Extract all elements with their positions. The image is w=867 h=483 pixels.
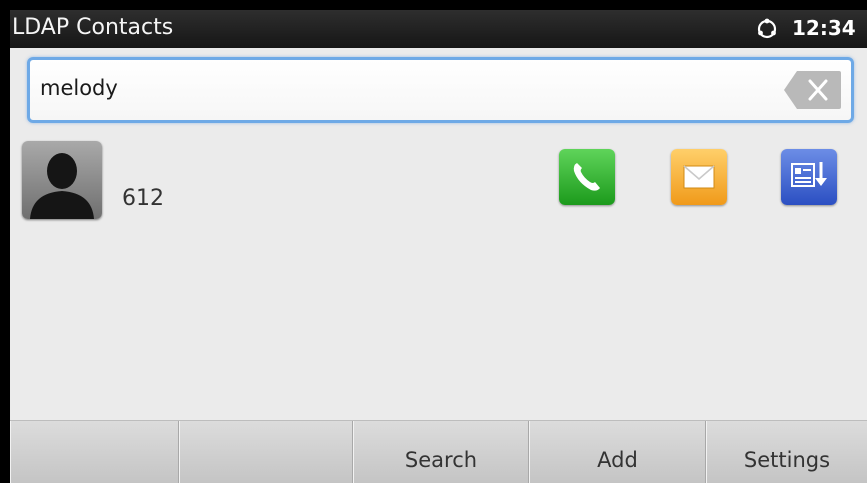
softkey-bar: Search Add Settings: [10, 420, 867, 483]
person-silhouette-icon: [22, 141, 102, 219]
screen: LDAP Contacts 12:34 melody 612 Search Ad…: [10, 10, 867, 483]
phone-icon[interactable]: [559, 149, 615, 205]
page-title: LDAP Contacts: [12, 15, 174, 40]
softkey-1[interactable]: [10, 421, 179, 483]
clock: 12:34: [792, 16, 856, 40]
list-item[interactable]: 612: [10, 136, 867, 236]
softkey-2[interactable]: [179, 421, 353, 483]
network-globe-icon: [756, 18, 778, 40]
title-bar: LDAP Contacts 12:34: [10, 10, 867, 48]
add-button[interactable]: Add: [529, 421, 706, 483]
settings-button[interactable]: Settings: [706, 421, 867, 483]
search-button[interactable]: Search: [353, 421, 529, 483]
contact-number: 612: [122, 186, 164, 211]
search-input[interactable]: melody: [27, 57, 854, 123]
download-contact-icon[interactable]: [781, 149, 837, 205]
search-value[interactable]: melody: [40, 76, 118, 100]
envelope-icon[interactable]: [671, 149, 727, 205]
clear-x-icon[interactable]: [783, 69, 843, 111]
